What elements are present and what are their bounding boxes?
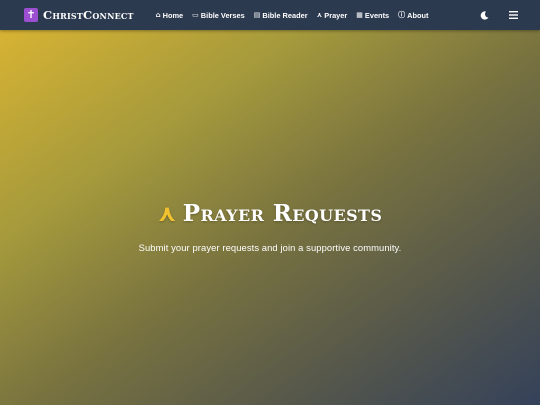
nav-link-bible-verses[interactable]: ▭ Bible Verses <box>192 11 245 20</box>
top-navbar: ✝ ChristConnect ⌂ Home ▭ Bible Verses ▤ … <box>0 0 540 30</box>
nav-link-label: Events <box>364 10 390 20</box>
nav-link-bible-reader[interactable]: ▤ Bible Reader <box>254 11 308 20</box>
nav-link-label: Prayer <box>324 10 348 20</box>
nav-link-home[interactable]: ⌂ Home <box>156 11 184 20</box>
page-title-text: Prayer Requests <box>182 200 383 227</box>
nav-links: ⌂ Home ▭ Bible Verses ▤ Bible Reader ⋏ P… <box>156 10 438 20</box>
books-icon: ▤ <box>253 11 261 19</box>
nav-link-label: About <box>407 10 429 20</box>
open-book-icon: ▭ <box>192 11 199 19</box>
page: ✝ ChristConnect ⌂ Home ▭ Bible Verses ▤ … <box>0 0 540 405</box>
nav-link-prayer[interactable]: ⋏ Prayer <box>317 11 348 20</box>
page-subtitle: Submit your prayer requests and join a s… <box>138 242 402 253</box>
nav-link-label: Bible Reader <box>262 10 308 20</box>
house-icon: ⌂ <box>155 11 161 19</box>
praying-hands-icon: ⋏ <box>316 11 323 19</box>
brand-name: ChristConnect <box>43 8 134 22</box>
cross-icon: ✝ <box>24 8 38 22</box>
nav-link-label: Home <box>162 10 184 20</box>
page-title: ⋏ Prayer Requests <box>0 200 540 227</box>
info-icon: ⓘ <box>398 11 406 19</box>
navbar-actions <box>475 0 540 30</box>
nav-link-label: Bible Verses <box>200 10 245 20</box>
theme-toggle-button[interactable] <box>475 6 493 24</box>
praying-hands-icon: ⋏ <box>157 201 177 227</box>
nav-link-about[interactable]: ⓘ About <box>398 10 428 20</box>
menu-button[interactable] <box>504 6 522 24</box>
hamburger-menu-icon <box>508 11 518 19</box>
hero-section: ⋏ Prayer Requests Submit your prayer requ… <box>0 30 540 405</box>
brand-logo-link[interactable]: ✝ ChristConnect <box>24 8 134 22</box>
moon-icon <box>480 10 488 20</box>
nav-link-events[interactable]: ▦ Events <box>356 11 389 20</box>
calendar-icon: ▦ <box>356 11 363 19</box>
